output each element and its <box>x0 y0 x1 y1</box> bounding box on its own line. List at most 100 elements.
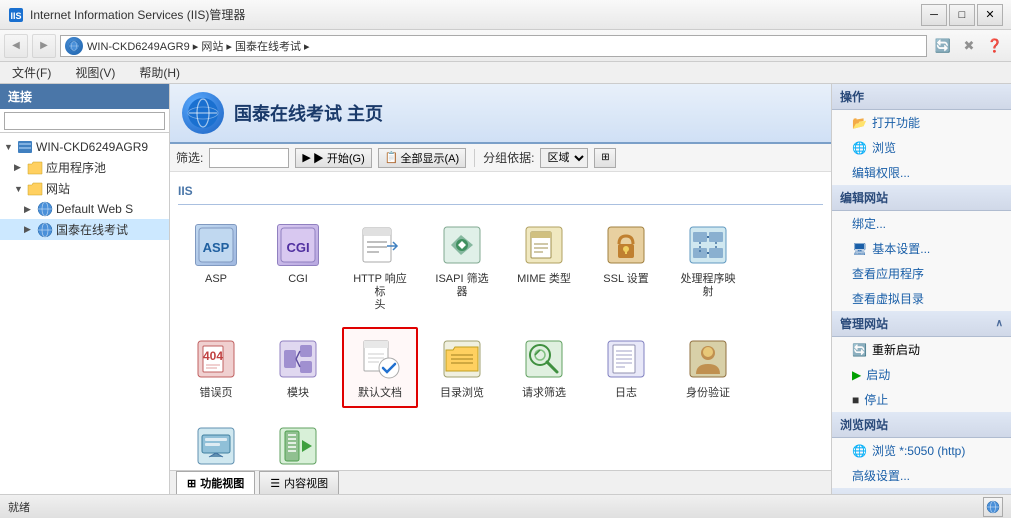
guotai-label: 国泰在线考试 <box>56 221 128 238</box>
icon-item-asp[interactable]: ASP ASP <box>178 213 254 321</box>
manage-site-collapse[interactable]: ∧ <box>996 318 1003 329</box>
view-apps-label: 查看应用程序 <box>852 265 924 282</box>
view-icon-button[interactable]: ⊞ <box>594 148 616 168</box>
browse-icon: 🌐 <box>852 141 867 155</box>
icon-item-mime[interactable]: MIME 类型 <box>506 213 582 321</box>
statusbar-right <box>983 497 1003 517</box>
maximize-button[interactable]: □ <box>949 4 975 26</box>
feature-view-icon: ⊞ <box>187 477 196 490</box>
icon-item-isapi[interactable]: ISAPI 筛选器 <box>424 213 500 321</box>
icon-item-req-filter[interactable]: 请求筛选 <box>506 327 582 408</box>
action-browse[interactable]: 🌐 浏览 <box>832 135 1011 160</box>
back-button[interactable]: ◀ <box>4 34 28 58</box>
sidebar-item-sites[interactable]: ▼ 网站 <box>0 178 169 199</box>
expand-default-icon: ▶ <box>24 204 34 215</box>
menu-view[interactable]: 视图(V) <box>71 62 119 83</box>
restart-icon: 🔄 <box>852 343 867 357</box>
actions-header: 操作 <box>832 84 1011 110</box>
filter-label: 筛选: <box>176 149 203 166</box>
tab-feature-view[interactable]: ⊞ 功能视图 <box>176 471 255 494</box>
isapi-icon-img <box>438 221 486 269</box>
compress-icon-svg <box>277 425 319 467</box>
filter-showall-icon: 📋 <box>385 151 399 164</box>
svg-text:ASP: ASP <box>203 240 230 255</box>
minimize-button[interactable]: ─ <box>921 4 947 26</box>
action-advanced-settings[interactable]: 高级设置... <box>832 463 1011 488</box>
statusbar: 就绪 <box>0 494 1011 518</box>
log-icon-svg <box>605 338 647 380</box>
filter-start-button[interactable]: ▶ ▶ 开始(G) <box>295 148 371 168</box>
handler-icon-img <box>684 221 732 269</box>
stop-button[interactable]: ✖ <box>957 34 981 58</box>
sidebar-item-default-web[interactable]: ▶ Default Web S <box>0 199 169 219</box>
manage-site-title: 管理网站 <box>840 315 888 332</box>
filter-input[interactable] <box>209 148 289 168</box>
sidebar-item-server[interactable]: ▼ WIN-CKD6249AGR9 <box>0 137 169 157</box>
forward-button[interactable]: ▶ <box>32 34 56 58</box>
ssl-label: SSL 设置 <box>603 273 648 286</box>
compress-icon-img <box>274 422 322 470</box>
icon-item-module[interactable]: 模块 <box>260 327 336 408</box>
icon-item-handler[interactable]: 处理程序映射 <box>670 213 746 321</box>
asp-label: ASP <box>205 273 227 286</box>
req-filter-icon-img <box>520 335 568 383</box>
icons-grid-iis: ASP ASP CGI <box>178 213 823 470</box>
sidebar-item-apppool[interactable]: ▶ 应用程序池 <box>0 157 169 178</box>
browse-label: 浏览 <box>872 139 896 156</box>
icon-item-default-doc[interactable]: 默认文档 <box>342 327 418 408</box>
edit-site-title: 编辑网站 <box>840 189 888 206</box>
action-view-apps[interactable]: 查看应用程序 <box>832 261 1011 286</box>
browse-5050-icon: 🌐 <box>852 444 867 458</box>
action-stop[interactable]: ■ 停止 <box>832 387 1011 412</box>
content-area: 国泰在线考试 主页 筛选: ▶ ▶ 开始(G) 📋 全部显示(A) 分组依据: … <box>170 84 831 494</box>
icon-item-log[interactable]: 日志 <box>588 327 664 408</box>
auth-icon-img <box>684 335 732 383</box>
icon-item-output[interactable]: 输出缓存 <box>178 414 254 470</box>
browse-site-header: 浏览网站 <box>832 412 1011 438</box>
menu-file[interactable]: 文件(F) <box>8 62 55 83</box>
icon-item-error[interactable]: 404 错误页 <box>178 327 254 408</box>
group-select[interactable]: 区域 <box>540 148 588 168</box>
http-label: HTTP 响应标头 <box>348 273 412 313</box>
filter-start-icon: ▶ <box>302 151 310 164</box>
stop-icon: ■ <box>852 393 859 407</box>
icon-item-compress[interactable]: 压缩 <box>260 414 336 470</box>
help-button[interactable]: ❓ <box>983 34 1007 58</box>
action-edit-permissions[interactable]: 编辑权限... <box>832 160 1011 185</box>
action-bind[interactable]: 绑定... <box>832 211 1011 236</box>
tab-content-view[interactable]: ☰ 内容视图 <box>259 471 339 494</box>
action-basic-settings[interactable]: 🖥 基本设置... <box>832 236 1011 261</box>
refresh-button[interactable]: 🔄 <box>931 34 955 58</box>
action-browse-5050[interactable]: 🌐 浏览 *:5050 (http) <box>832 438 1011 463</box>
menu-help[interactable]: 帮助(H) <box>135 62 184 83</box>
action-open-feature[interactable]: 📂 打开功能 <box>832 110 1011 135</box>
icon-item-http[interactable]: HTTP 响应标头 <box>342 213 418 321</box>
action-view-vdirs[interactable]: 查看虚拟目录 <box>832 286 1011 311</box>
config-header: 配置 <box>832 488 1011 494</box>
sidebar-item-guotai[interactable]: ▶ 国泰在线考试 <box>0 219 169 240</box>
expand-server-icon: ▼ <box>4 142 14 152</box>
dir-browse-icon-img <box>438 335 486 383</box>
icon-item-auth[interactable]: 身份验证 <box>670 327 746 408</box>
error-icon-img: 404 <box>192 335 240 383</box>
asp-icon-img: ASP <box>192 221 240 269</box>
iis-section-header: IIS <box>178 180 823 205</box>
dir-browse-label: 目录浏览 <box>440 387 484 400</box>
sidebar-search-input[interactable] <box>4 112 165 130</box>
error-icon-svg: 404 <box>195 338 237 380</box>
svg-text:404: 404 <box>203 349 223 363</box>
icon-item-ssl[interactable]: SSL 设置 <box>588 213 664 321</box>
filter-showall-button[interactable]: 📋 全部显示(A) <box>378 148 466 168</box>
icon-item-dir-browse[interactable]: 目录浏览 <box>424 327 500 408</box>
action-start[interactable]: ▶ 启动 <box>832 362 1011 387</box>
sidebar-tree: ▼ WIN-CKD6249AGR9 ▶ 应用程序池 ▼ <box>0 133 169 494</box>
log-label: 日志 <box>615 387 637 400</box>
status-icon-1[interactable] <box>983 497 1003 517</box>
close-button[interactable]: ✕ <box>977 4 1003 26</box>
auth-icon-svg <box>687 338 729 380</box>
bind-label: 绑定... <box>852 215 886 232</box>
action-restart[interactable]: 🔄 重新启动 <box>832 337 1011 362</box>
content-header-title: 国泰在线考试 主页 <box>234 100 383 126</box>
icon-item-cgi[interactable]: CGI CGI <box>260 213 336 321</box>
svg-text:IIS: IIS <box>10 11 21 21</box>
